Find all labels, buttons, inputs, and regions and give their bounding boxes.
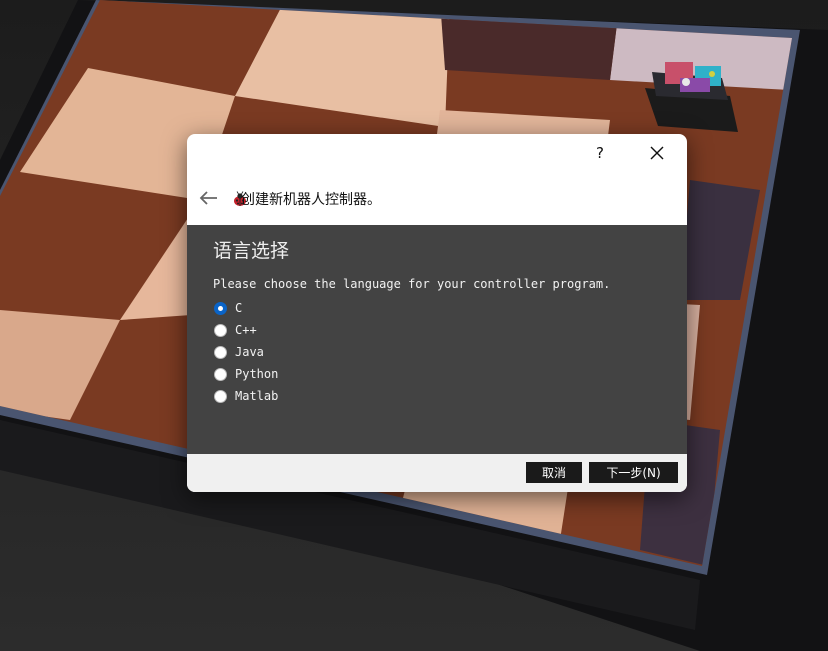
option-label: Python: [235, 367, 279, 381]
radio-button[interactable]: [214, 389, 227, 403]
option-label: C++: [235, 323, 257, 337]
option-label: Java: [235, 345, 264, 359]
radio-option-matlab[interactable]: Matlab: [214, 387, 278, 405]
close-icon: [650, 146, 664, 160]
radio-button[interactable]: [214, 367, 227, 381]
back-button[interactable]: [195, 184, 223, 212]
radio-button[interactable]: [214, 323, 227, 337]
cancel-button[interactable]: 取消: [526, 462, 582, 483]
radio-option-python[interactable]: Python: [214, 365, 278, 383]
radio-option-cpp[interactable]: C++: [214, 321, 257, 339]
wizard-title: 创建新机器人控制器。: [241, 192, 381, 208]
help-label: ?: [596, 144, 604, 162]
page-title: 语言选择: [213, 240, 290, 262]
radio-option-java[interactable]: Java: [214, 343, 264, 361]
radio-button-selected[interactable]: [214, 301, 227, 315]
option-label: C: [235, 301, 243, 315]
radio-button[interactable]: [214, 345, 227, 359]
next-button[interactable]: 下一步(N): [589, 462, 678, 483]
close-button[interactable]: [634, 138, 680, 168]
arrow-left-icon: [199, 191, 217, 205]
title-bar: ?: [187, 134, 687, 170]
radio-option-c[interactable]: C: [214, 299, 242, 317]
option-label: Matlab: [235, 389, 279, 403]
language-prompt: Please choose the language for your cont…: [213, 277, 611, 291]
new-controller-wizard-dialog: ? 创建新机器人控制器。 语言选择 Please choose the lang…: [187, 134, 687, 492]
language-selection-page: 语言选择 Please choose the language for your…: [187, 225, 687, 454]
help-button[interactable]: ?: [577, 138, 623, 168]
wizard-footer: 取消 下一步(N): [187, 454, 687, 492]
